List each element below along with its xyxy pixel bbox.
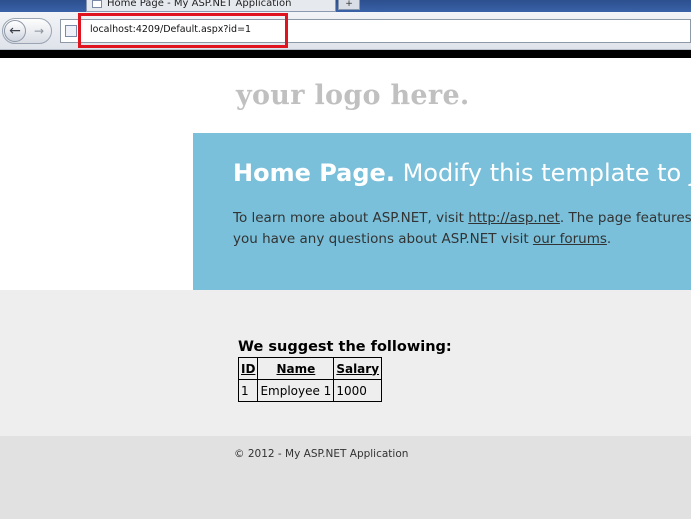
tab-title: Home Page - My ASP.NET Application	[107, 0, 292, 9]
toolbar-divider	[0, 50, 691, 58]
url-text[interactable]: localhost:4209/Default.aspx?id=1	[90, 24, 251, 35]
page-icon	[92, 0, 102, 8]
page-title: Home Page. Modify this template to jum	[233, 159, 691, 187]
featured-banner: Home Page. Modify this template to jum T…	[193, 133, 691, 290]
asp-net-link[interactable]: http://asp.net	[468, 210, 560, 226]
copyright-text: © 2012 - My ASP.NET Application	[234, 448, 409, 460]
banner-text: To learn more about ASP.NET, visit http:…	[233, 208, 691, 250]
suggestion-heading: We suggest the following:	[238, 339, 452, 355]
column-header-name[interactable]: Name	[257, 357, 335, 380]
page-title-rest: Modify this template to jum	[402, 159, 691, 187]
banner-line-2: you have any questions about ASP.NET vis…	[233, 229, 691, 250]
banner-line-2-suffix: .	[606, 231, 612, 247]
browser-tab[interactable]: Home Page - My ASP.NET Application	[86, 0, 336, 12]
cell-name: Employee 1	[257, 379, 335, 402]
cell-salary: 1000	[333, 379, 383, 402]
employee-grid: ID Name Salary 1 Employee 1 1000	[237, 357, 383, 402]
column-header-id[interactable]: ID	[237, 357, 259, 380]
grid-header-row: ID Name Salary	[237, 357, 383, 380]
new-tab-button[interactable]: +	[338, 0, 360, 10]
page-footer: © 2012 - My ASP.NET Application	[0, 436, 691, 519]
nav-buttons: ← →	[2, 18, 52, 44]
cell-id: 1	[237, 379, 259, 402]
forward-button[interactable]: →	[30, 22, 48, 40]
banner-line-1-suffix: . The page features	[559, 210, 691, 226]
banner-line-1: To learn more about ASP.NET, visit http:…	[233, 208, 691, 229]
banner-line-1-prefix: To learn more about ASP.NET, visit	[233, 210, 464, 226]
forums-link[interactable]: our forums	[533, 231, 607, 247]
page-title-bold: Home Page.	[233, 159, 395, 187]
banner-line-2-prefix: you have any questions about ASP.NET vis…	[233, 231, 529, 247]
main-content: We suggest the following: ID Name Salary…	[0, 290, 691, 436]
column-header-salary[interactable]: Salary	[333, 357, 383, 380]
site-logo[interactable]: your logo here.	[236, 80, 470, 111]
page-icon	[65, 25, 77, 37]
back-button[interactable]: ←	[4, 20, 26, 42]
web-page: your logo here. Home Page. Modify this t…	[0, 58, 691, 519]
table-row: 1 Employee 1 1000	[237, 379, 383, 402]
